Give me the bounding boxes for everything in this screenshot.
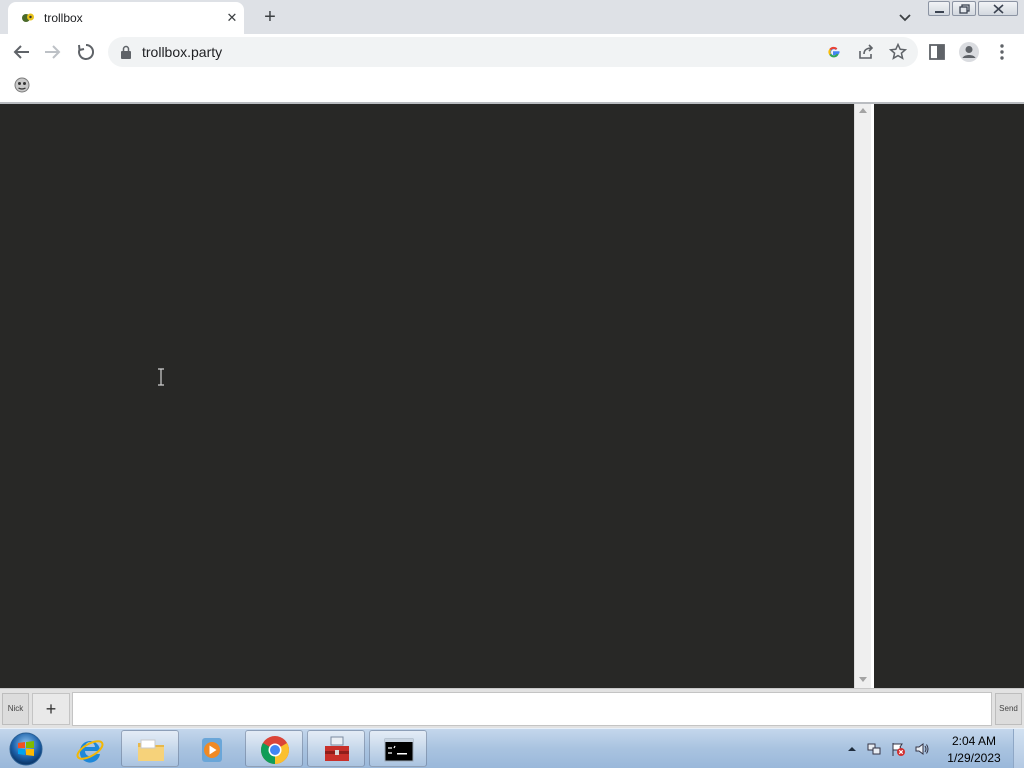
taskbar-internet-explorer[interactable] [60,730,118,767]
taskbar-toolbox[interactable] [307,730,365,767]
nick-button[interactable]: Nick [2,693,29,725]
stop-loading-icon[interactable] [74,40,98,64]
user-list-panel[interactable] [874,104,1024,688]
window-controls [928,1,1018,17]
taskbar-media-player[interactable] [182,730,240,767]
taskbar-command-prompt[interactable] [369,730,427,767]
minimize-icon[interactable] [928,1,950,16]
address-bar[interactable]: trollbox.party [108,37,918,67]
side-panel-icon[interactable] [926,41,948,63]
chat-input-bar: Nick + Send [0,688,1024,728]
media-player-icon [202,738,222,762]
message-input[interactable] [72,692,992,726]
send-button[interactable]: Send [995,693,1022,725]
new-tab-button[interactable]: + [258,5,282,29]
windows-taskbar: 2:04 AM 1/29/2023 [0,728,1024,768]
plus-button[interactable]: + [32,693,70,725]
tab-search-chevron-icon[interactable] [894,6,916,28]
restore-icon[interactable] [952,1,976,16]
taskbar-chrome[interactable] [245,730,303,767]
share-icon[interactable] [856,42,876,62]
url-text[interactable]: trollbox.party [142,44,222,60]
star-icon[interactable] [888,42,908,62]
windows-start-orb-icon[interactable] [6,731,46,767]
bookmarks-bar [0,70,1024,102]
back-arrow-icon[interactable] [10,40,34,64]
tab-strip: trollbox ✕ + [0,0,1024,34]
scroll-up-arrow-icon[interactable] [859,108,867,113]
internet-explorer-icon [76,740,104,763]
show-desktop-button[interactable] [1013,729,1024,768]
tab-trollbox[interactable]: trollbox ✕ [8,2,244,34]
taskbar-file-explorer[interactable] [121,730,179,767]
browser-toolbar: trollbox.party [0,34,1024,70]
chat-messages-area[interactable] [0,104,854,688]
forward-arrow-icon[interactable] [40,40,64,64]
tab-close-icon[interactable]: ✕ [224,10,240,26]
action-center-flag-icon[interactable] [890,741,906,757]
trollbox-favicon [22,13,34,22]
close-icon[interactable] [978,1,1018,16]
tab-title: trollbox [44,11,83,25]
google-g-icon[interactable] [824,42,844,62]
chat-scrollbar[interactable] [854,104,871,688]
clock-date[interactable]: 1/29/2023 [938,751,1010,765]
volume-icon[interactable] [914,741,930,757]
scroll-down-arrow-icon[interactable] [859,677,867,682]
toolbox-icon [325,736,349,761]
chrome-icon [261,736,289,764]
profile-icon[interactable] [958,41,980,63]
network-icon[interactable] [866,741,882,757]
show-hidden-icons-arrow[interactable] [844,741,860,757]
bookmark-favicon[interactable] [13,76,31,94]
command-prompt-icon [384,738,414,762]
lock-icon [121,45,131,59]
text-cursor-icon [158,368,164,386]
file-explorer-icon [138,739,164,761]
kebab-menu-icon[interactable] [991,41,1013,63]
clock-time[interactable]: 2:04 AM [938,734,1010,748]
